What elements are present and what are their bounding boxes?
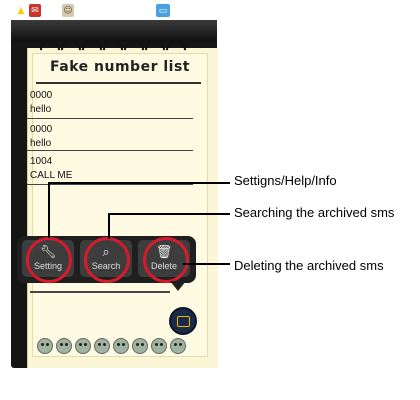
status-time: 2:57 PM [171, 4, 213, 16]
contact-photo-icon: ☺ [62, 4, 74, 17]
callout-line [48, 182, 230, 184]
search-annotation: Searching the archived sms [234, 205, 395, 220]
warning-icon: ▲ [17, 5, 25, 16]
battery-icon: ▭ [156, 4, 170, 17]
list-item[interactable]: 0000 hello [30, 89, 190, 117]
mail-icon: ✉ [81, 5, 89, 16]
row-divider [27, 118, 193, 119]
callout-line [183, 263, 230, 265]
entry-message: hello [30, 138, 52, 149]
mascot-icon [151, 338, 167, 354]
entry-message: hello [30, 104, 52, 115]
title-divider [36, 82, 201, 84]
highlight-ring [143, 237, 189, 283]
callout-line [48, 182, 50, 238]
archive-icon [176, 315, 190, 327]
signal-icon: ▂▄▆ [135, 5, 157, 16]
mascot-icon [170, 338, 186, 354]
mascot-icon [113, 338, 129, 354]
mascot-icon [56, 338, 72, 354]
delete-annotation: Deleting the archived sms [234, 258, 384, 273]
app-badge-icon: ✉ [29, 4, 41, 17]
list-item[interactable]: 1004 CALL ME [30, 155, 190, 183]
highlight-ring [26, 237, 72, 283]
entry-message: CALL ME [30, 170, 73, 181]
sim-icon: ▮ [50, 5, 56, 16]
list-item[interactable]: 0000 hello [30, 123, 190, 151]
usb-icon: ⇆ [97, 5, 105, 16]
entry-number: 0000 [30, 124, 53, 135]
mascot-icon [75, 338, 91, 354]
row-divider [27, 184, 193, 185]
toolbar-underline [30, 291, 170, 293]
settings-annotation: Settigns/Help/Info [234, 173, 337, 188]
toolbar-pointer [170, 281, 186, 291]
entry-number: 0000 [30, 90, 53, 101]
mascot-icon [94, 338, 110, 354]
mascot-icon [37, 338, 53, 354]
callout-line [108, 213, 110, 239]
mascot-icon [132, 338, 148, 354]
callout-line [108, 213, 230, 215]
page-title: Fake number list [50, 59, 190, 75]
row-divider [27, 150, 193, 151]
archive-toggle-button[interactable] [169, 307, 197, 335]
entry-number: 1004 [30, 156, 53, 167]
highlight-ring [84, 237, 130, 283]
